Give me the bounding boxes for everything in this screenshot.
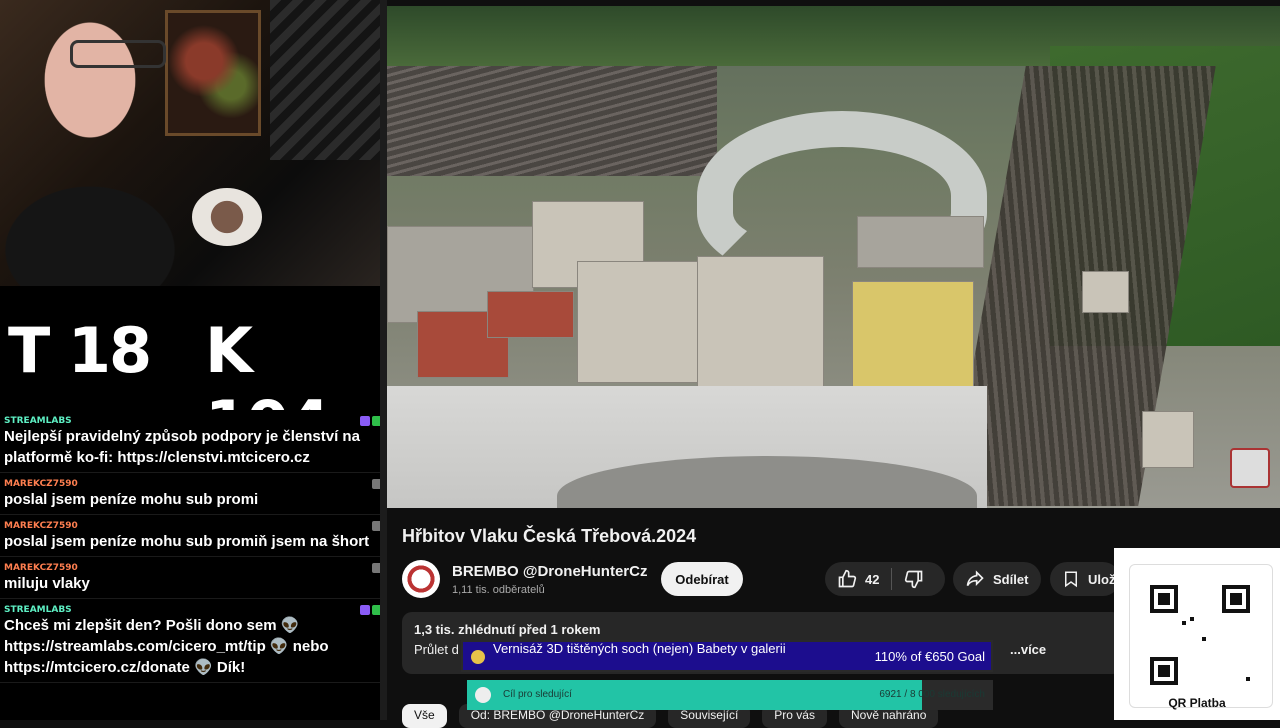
- subscriber-count: 1,11 tis. odběratelů: [452, 584, 545, 596]
- building: [1082, 271, 1129, 313]
- donation-goal-progress: 110% of €650 Goal: [874, 649, 985, 664]
- chat-message: STREAMLABS Nejlepší pravidelný způsob pod…: [0, 410, 384, 473]
- chat-badges: [360, 605, 382, 615]
- share-button[interactable]: Sdílet: [953, 562, 1041, 596]
- donation-goal: Vernisáž 3D tištěných soch (nejen) Babet…: [461, 640, 993, 672]
- chat-username: STREAMLABS: [4, 416, 72, 426]
- channel-name[interactable]: BREMBO @DroneHunterCz: [452, 563, 647, 580]
- glasses: [70, 40, 166, 68]
- building-red: [487, 291, 574, 338]
- divider: [380, 0, 387, 720]
- chat-message: MAREKCZ7590 poslal jsem peníze mohu sub p…: [0, 515, 384, 557]
- chat-message: STREAMLABS Chceš mi zlepšit den? Pošli do…: [0, 599, 384, 683]
- badge-icon: [360, 605, 370, 615]
- separator: [891, 568, 893, 590]
- building: [697, 256, 824, 398]
- chat-text: poslal jsem peníze mohu sub promi: [4, 491, 259, 508]
- heart-icon: [475, 687, 491, 703]
- channel-avatar[interactable]: [402, 560, 440, 598]
- chip-all[interactable]: Vše: [402, 704, 447, 728]
- video-title: Hřbitov Vlaku Česká Třebová.2024: [402, 526, 697, 546]
- video-player[interactable]: [387, 6, 1280, 508]
- badge-icon: [360, 416, 370, 426]
- chat-username: MAREKCZ7590: [4, 479, 78, 489]
- channel-watermark-icon: [1230, 448, 1270, 488]
- counter-overlay: T 18 K 104: [0, 286, 384, 460]
- like-count: 42: [865, 571, 880, 587]
- chat-username: MAREKCZ7590: [4, 521, 78, 531]
- qr-code-icon: [1150, 585, 1250, 685]
- chat-panel: STREAMLABS Nejlepší pravidelný způsob pod…: [0, 410, 384, 720]
- chat-text: Chceš mi zlepšit den? Pošli dono sem 👽 h…: [4, 617, 329, 676]
- like-icon[interactable]: [837, 569, 857, 589]
- share-label: Sdílet: [993, 571, 1029, 587]
- acoustic-panel: [270, 0, 384, 160]
- chat-message: MAREKCZ7590 miluju vlaky: [0, 557, 384, 599]
- coin-icon: [471, 650, 485, 664]
- subscribe-button[interactable]: Odebírat: [661, 562, 743, 596]
- rail-yard: [387, 66, 717, 176]
- chat-text: miluju vlaky: [4, 575, 90, 592]
- webcam-feed: [0, 0, 384, 286]
- dislike-icon[interactable]: [904, 569, 924, 589]
- building: [577, 261, 709, 383]
- share-icon: [966, 570, 984, 587]
- counter-t: T 18: [8, 314, 152, 387]
- building: [1142, 411, 1194, 468]
- donation-goal-label: Vernisáž 3D tištěných soch (nejen) Babet…: [493, 641, 786, 656]
- qr-frame: [1129, 564, 1273, 708]
- qr-label: QR Platba: [1168, 696, 1226, 710]
- bowl: [192, 188, 262, 246]
- follower-goal-count: 6921 / 8 000 sledujících: [879, 689, 985, 700]
- chat-message: MAREKCZ7590 poslal jsem peníze mohu sub p…: [0, 473, 384, 515]
- more-link[interactable]: ...více: [1010, 642, 1046, 657]
- follower-goal-label: Cíl pro sledující: [503, 689, 572, 700]
- chat-badges: [360, 416, 382, 426]
- save-button[interactable]: Uloži: [1050, 562, 1120, 596]
- chat-username: STREAMLABS: [4, 605, 72, 615]
- save-icon: [1065, 571, 1077, 588]
- like-dislike-group: 42: [825, 562, 945, 596]
- view-stats: 1,3 tis. zhlédnutí před 1 rokem: [414, 622, 601, 637]
- chat-text: poslal jsem peníze mohu sub promiň jsem …: [4, 533, 370, 550]
- follower-goal: Cíl pro sledující 6921 / 8 000 sledující…: [467, 680, 993, 710]
- qr-payment: QR Platba: [1114, 548, 1280, 720]
- description-snippet: Průlet d: [414, 642, 459, 657]
- chat-text: Nejlepší pravidelný způsob podpory je čl…: [4, 428, 360, 466]
- chat-username: MAREKCZ7590: [4, 563, 78, 573]
- building: [857, 216, 984, 268]
